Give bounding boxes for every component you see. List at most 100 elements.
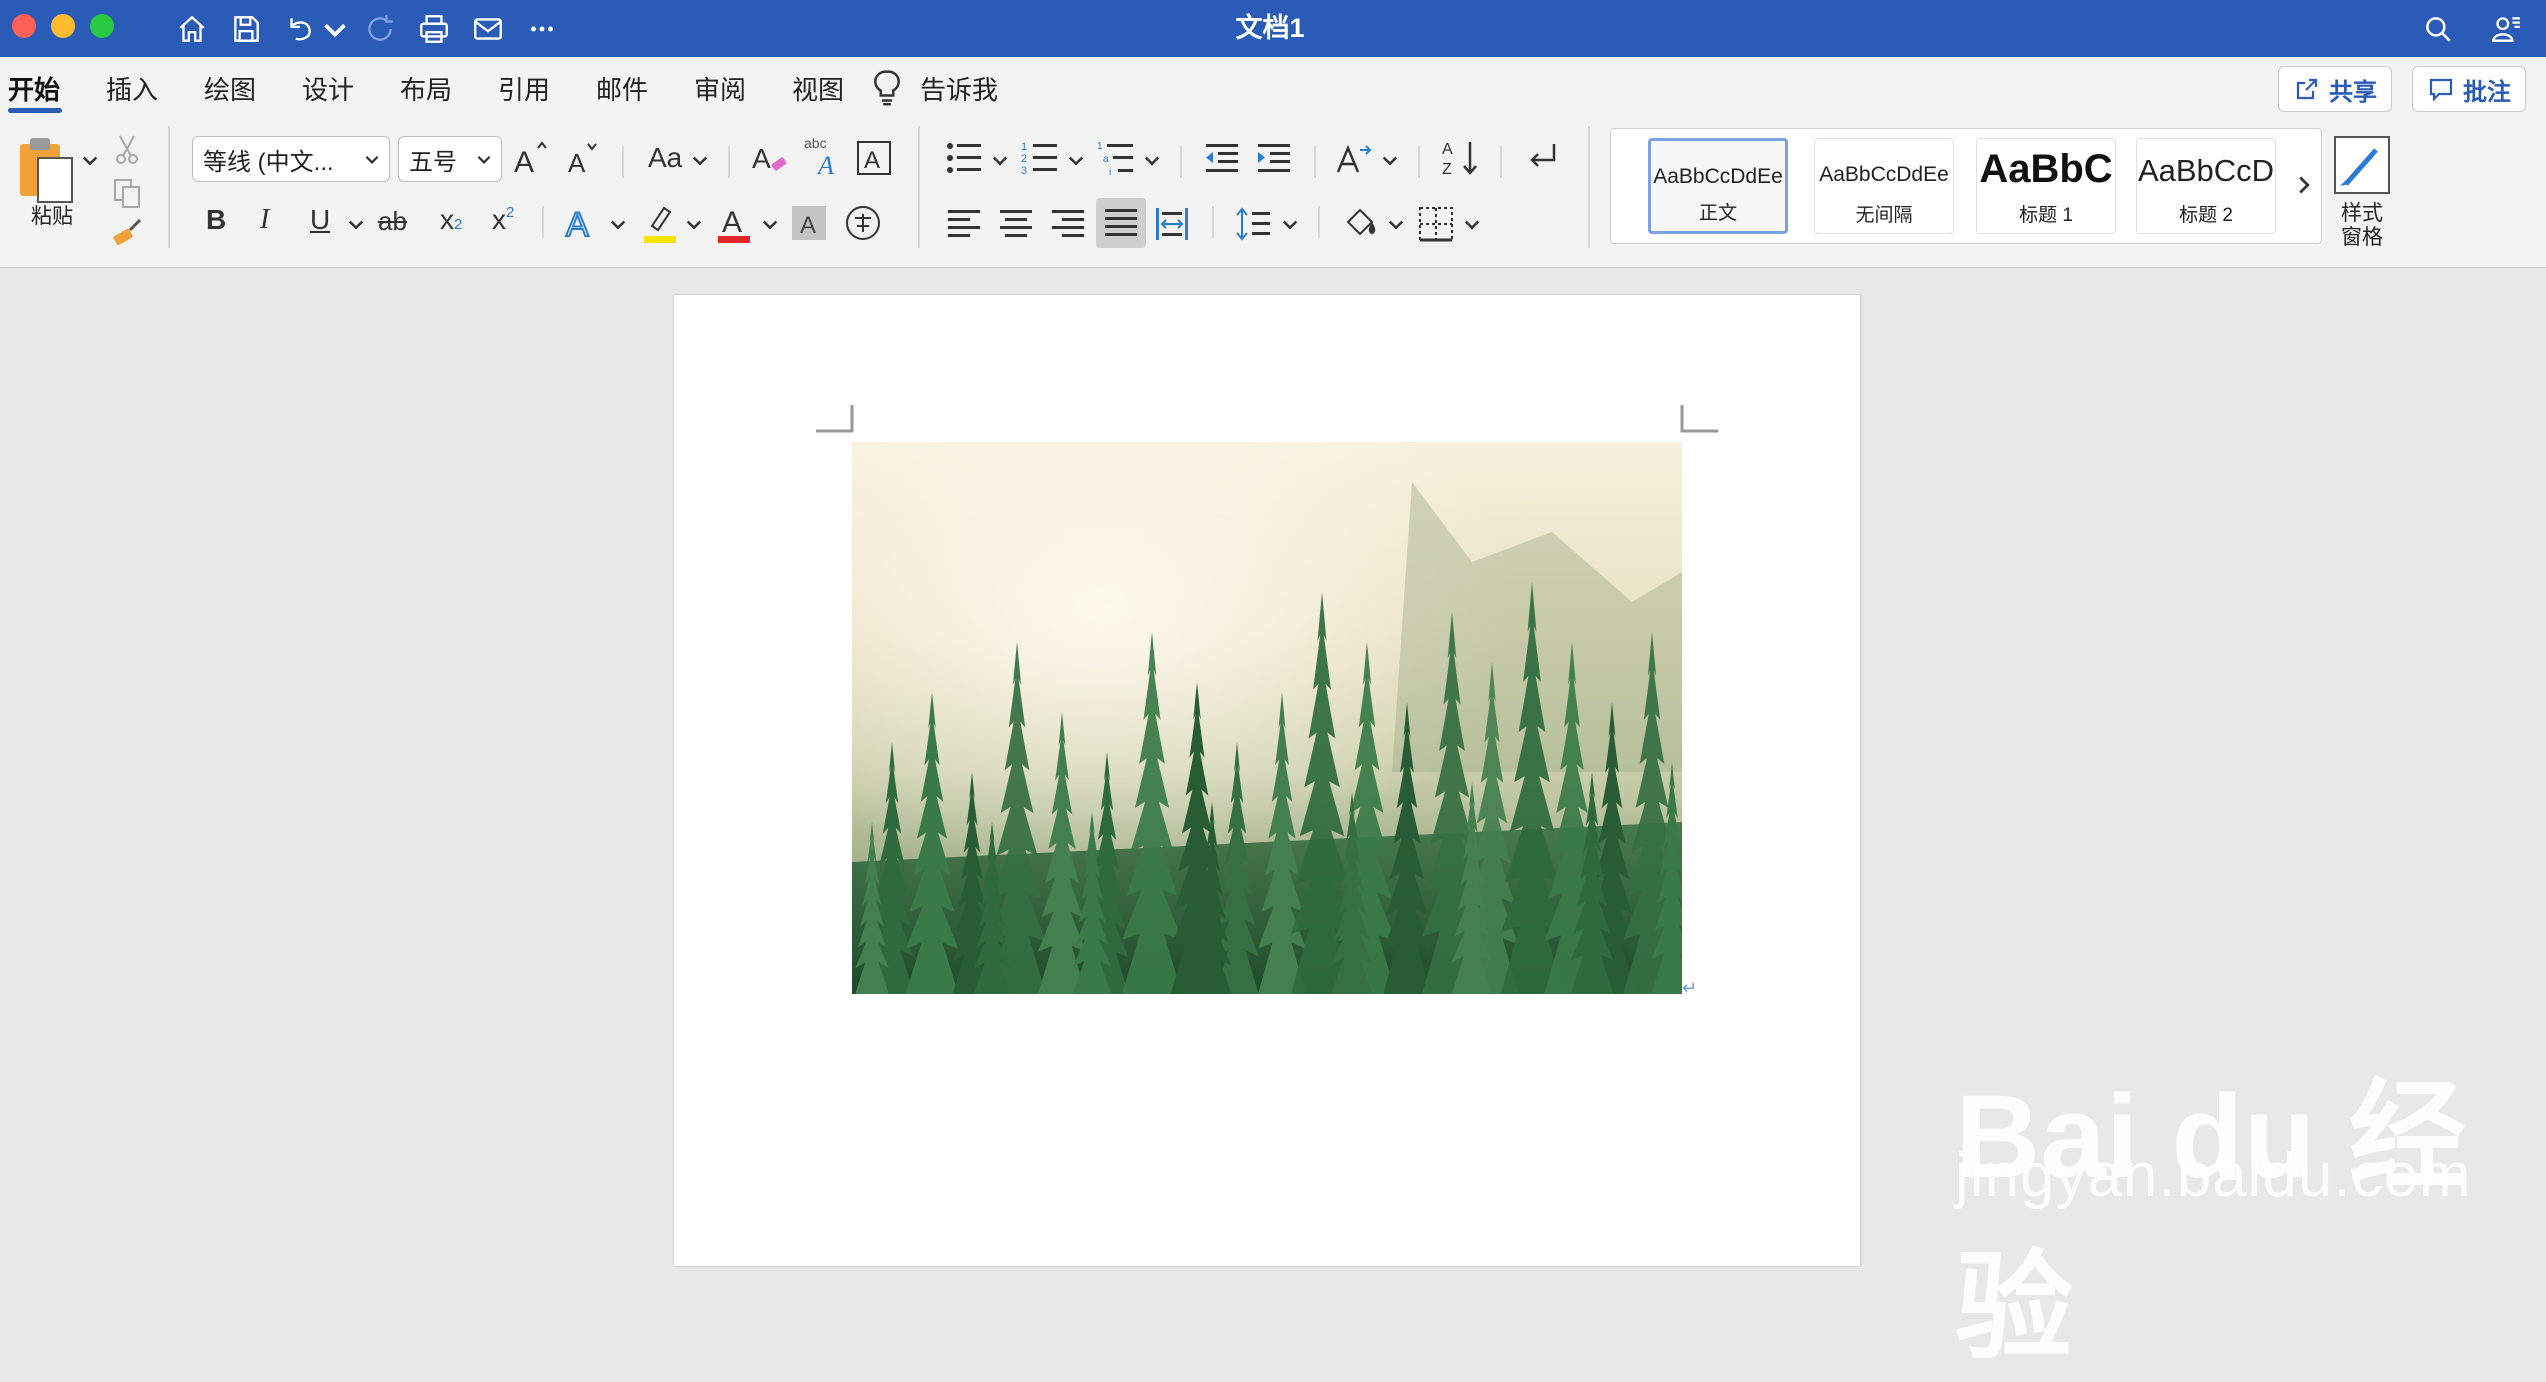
style-sample: AaBbCcDdEe: [1653, 165, 1783, 188]
bullets-chevron-icon[interactable]: [990, 150, 1010, 170]
multilevel-list-icon[interactable]: 1ai: [1096, 138, 1136, 178]
change-case-chevron-icon[interactable]: [690, 150, 710, 170]
shading-chevron-icon[interactable]: [1386, 214, 1406, 234]
svg-text:A: A: [514, 146, 534, 179]
underline-chevron-icon[interactable]: [346, 214, 366, 234]
justify-icon[interactable]: [1096, 198, 1146, 248]
font-name-select[interactable]: 等线 (中文...: [192, 136, 390, 182]
multilevel-chevron-icon[interactable]: [1142, 150, 1162, 170]
font-size-select[interactable]: 五号: [398, 136, 502, 182]
mail-icon[interactable]: [466, 8, 510, 50]
superscript-mark-icon: 2: [506, 204, 515, 221]
redo-icon[interactable]: [358, 8, 402, 50]
line-spacing-chevron-icon[interactable]: [1280, 214, 1300, 234]
phonetic-guide-icon[interactable]: abc A: [802, 134, 846, 180]
numbering-icon[interactable]: 123: [1020, 138, 1060, 178]
styles-pane-label-line2: 窗格: [2341, 226, 2383, 249]
inserted-forest-image[interactable]: [852, 442, 1682, 994]
zoom-window-button[interactable]: [90, 14, 114, 38]
tab-design[interactable]: 设计: [302, 70, 354, 107]
bullets-icon[interactable]: [944, 138, 984, 178]
borders-icon[interactable]: [1416, 204, 1456, 244]
home-icon[interactable]: [170, 8, 214, 50]
clear-formatting-icon[interactable]: A: [748, 136, 792, 180]
close-window-button[interactable]: [12, 14, 36, 38]
text-effects-icon[interactable]: A: [562, 200, 602, 244]
text-direction-chevron-icon[interactable]: [1380, 150, 1400, 170]
tab-layout[interactable]: 布局: [400, 70, 452, 107]
tab-home[interactable]: 开始: [8, 70, 60, 107]
font-color-icon[interactable]: A: [714, 200, 754, 246]
baidu-jingyan-watermark-url: jingyan.baidu.com: [1955, 1141, 2472, 1210]
superscript-button[interactable]: x2: [492, 204, 514, 236]
tab-references[interactable]: 引用: [498, 70, 550, 107]
style-heading-1[interactable]: AaBbC 标题 1: [1976, 138, 2116, 234]
svg-text:a: a: [1103, 154, 1109, 165]
svg-text:A: A: [864, 147, 880, 174]
styles-pane-label-line1: 样式: [2341, 202, 2383, 225]
text-direction-icon[interactable]: [1334, 138, 1374, 178]
styles-pane-icon[interactable]: [2332, 134, 2392, 198]
borders-chevron-icon[interactable]: [1462, 214, 1482, 234]
tab-view[interactable]: 视图: [792, 70, 844, 107]
grow-font-icon[interactable]: A: [510, 138, 552, 180]
margin-corner-top-left: [816, 405, 854, 433]
highlight-chevron-icon[interactable]: [684, 214, 704, 234]
distributed-icon[interactable]: [1152, 204, 1192, 244]
subscript-button[interactable]: x2: [440, 204, 462, 236]
style-name: 标题 1: [2019, 205, 2073, 226]
svg-text:Z: Z: [1442, 161, 1452, 178]
lightbulb-icon: [872, 68, 902, 108]
text-effects-chevron-icon[interactable]: [608, 214, 628, 234]
undo-dropdown-chevron-icon[interactable]: [320, 8, 350, 50]
decrease-indent-icon[interactable]: [1202, 138, 1242, 178]
align-left-icon[interactable]: [944, 204, 984, 244]
highlight-color-icon[interactable]: [640, 200, 680, 246]
svg-text:abc: abc: [804, 135, 827, 151]
character-border-icon[interactable]: A: [856, 140, 892, 176]
undo-icon[interactable]: [278, 8, 322, 50]
tab-mailings[interactable]: 邮件: [596, 70, 648, 107]
styles-pane-label[interactable]: 样式 窗格: [2326, 202, 2398, 250]
tab-draw[interactable]: 绘图: [204, 70, 256, 107]
increase-indent-icon[interactable]: [1254, 138, 1294, 178]
enclose-characters-icon[interactable]: [844, 204, 882, 242]
change-case-button[interactable]: Aa: [648, 142, 682, 174]
shading-icon[interactable]: [1340, 202, 1380, 242]
search-icon[interactable]: [2416, 8, 2460, 50]
print-icon[interactable]: [412, 8, 456, 50]
style-no-spacing[interactable]: AaBbCcDdEe 无间隔: [1814, 138, 1954, 234]
sort-icon[interactable]: AZ: [1440, 136, 1482, 180]
show-paragraph-marks-icon[interactable]: [1522, 138, 1562, 178]
chevron-right-icon[interactable]: [2294, 172, 2314, 198]
tell-me-search[interactable]: 告诉我: [920, 70, 998, 107]
more-options-icon[interactable]: [520, 8, 564, 50]
svg-text:A: A: [752, 143, 771, 174]
copy-icon[interactable]: [110, 176, 144, 210]
svg-text:1: 1: [1021, 141, 1027, 153]
paste-options-chevron-icon[interactable]: [80, 150, 100, 170]
comments-button[interactable]: 批注: [2412, 66, 2526, 112]
line-spacing-icon[interactable]: [1234, 204, 1274, 244]
align-right-icon[interactable]: [1048, 204, 1088, 244]
style-name: 标题 2: [2179, 205, 2233, 226]
strikethrough-button[interactable]: ab: [378, 206, 407, 237]
minimize-window-button[interactable]: [51, 14, 75, 38]
numbering-chevron-icon[interactable]: [1066, 150, 1086, 170]
tab-review[interactable]: 审阅: [694, 70, 746, 107]
underline-button[interactable]: U: [310, 204, 330, 236]
cut-icon[interactable]: [112, 132, 142, 166]
shrink-font-icon[interactable]: A: [562, 138, 604, 180]
character-shading-icon[interactable]: A: [792, 206, 826, 240]
bold-button[interactable]: B: [206, 204, 226, 236]
align-center-icon[interactable]: [996, 204, 1036, 244]
format-painter-icon[interactable]: [110, 216, 146, 252]
share-button[interactable]: 共享: [2278, 66, 2392, 112]
italic-button[interactable]: I: [260, 204, 269, 236]
style-normal[interactable]: AaBbCcDdEe 正文: [1648, 138, 1788, 234]
account-icon[interactable]: [2484, 8, 2528, 50]
save-icon[interactable]: [224, 8, 268, 50]
style-heading-2[interactable]: AaBbCcD 标题 2: [2136, 138, 2276, 234]
tab-insert[interactable]: 插入: [106, 70, 158, 107]
font-color-chevron-icon[interactable]: [760, 214, 780, 234]
